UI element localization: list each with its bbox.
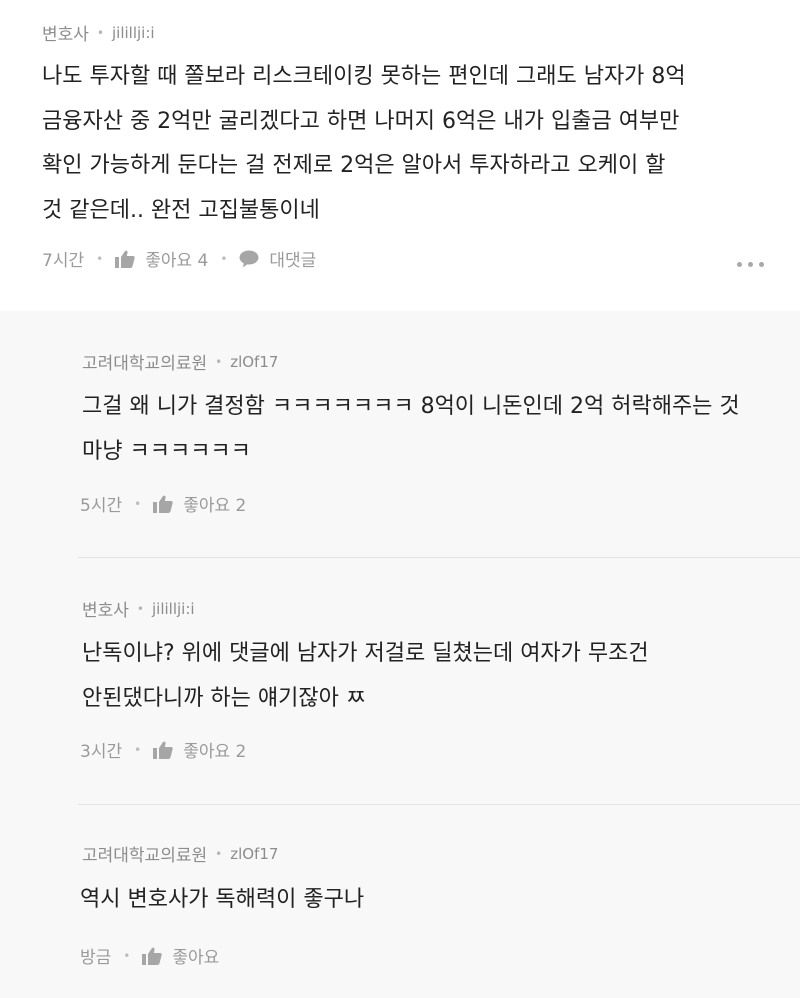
header-separator: •: [215, 354, 223, 369]
thumbs-up-icon[interactable]: [142, 947, 163, 965]
divider: [78, 557, 800, 558]
thumbs-up-icon[interactable]: [153, 741, 173, 759]
comment-time: 3시간: [80, 742, 123, 762]
like-button[interactable]: 좋아요 4: [145, 246, 208, 271]
meta-separator: •: [96, 251, 104, 266]
header-separator: •: [215, 846, 223, 861]
comment-time: 7시간: [42, 251, 85, 271]
reply-comment: 고려대학교의료원 • zlOf17 역시 변호사가 독해력이 좋구나 방금 • …: [0, 804, 800, 998]
speech-bubble-icon[interactable]: [239, 250, 259, 268]
user-id: jilillji:i: [112, 23, 155, 42]
divider: [78, 804, 800, 805]
meta-separator: •: [134, 742, 142, 757]
header-separator: •: [96, 25, 104, 40]
reply-comment: 고려대학교의료원 • zlOf17 그걸 왜 니가 결정함 ㅋㅋㅋㅋㅋㅋㅋ 8억…: [0, 311, 800, 557]
comment-meta: 3시간 • 좋아요 2: [80, 737, 246, 762]
more-dot: [759, 262, 764, 267]
comment-header: 변호사 • jilillji:i: [82, 596, 195, 622]
reply-comment: 변호사 • jilillji:i 난독이냐? 위에 댓글에 남자가 저걸로 딜쳤…: [0, 557, 800, 804]
comment-top: 변호사 • jilillji:i 나도 투자할 때 쫄보라 리스크테이킹 못하는…: [0, 0, 800, 311]
thumbs-up-icon[interactable]: [153, 495, 173, 513]
like-button[interactable]: 좋아요 2: [183, 737, 246, 762]
author-name[interactable]: 변호사: [42, 20, 89, 45]
more-dots-icon[interactable]: [737, 262, 764, 267]
reply-button[interactable]: 대댓글: [269, 246, 316, 271]
meta-separator: •: [134, 496, 142, 511]
like-button[interactable]: 좋아요 2: [183, 491, 246, 516]
comment-meta: 7시간 • 좋아요 4 • 대댓글: [42, 246, 316, 271]
comment-time: 방금: [80, 948, 112, 968]
comment-text: 역시 변호사가 독해력이 좋구나: [80, 887, 365, 912]
author-name[interactable]: 고려대학교의료원: [82, 349, 207, 374]
more-dot: [748, 262, 753, 267]
author-name[interactable]: 고려대학교의료원: [82, 841, 207, 866]
comment-text: 그걸 왜 니가 결정함 ㅋㅋㅋㅋㅋㅋㅋ 8억이 니돈인데 2억 허락해주는 것 …: [82, 394, 740, 464]
user-id: zlOf17: [230, 844, 279, 863]
meta-separator: •: [220, 251, 228, 266]
comment-meta: 방금 • 좋아요: [80, 943, 219, 968]
meta-separator: •: [123, 948, 131, 963]
thumbs-up-icon[interactable]: [115, 250, 135, 268]
comment-header: 고려대학교의료원 • zlOf17: [82, 841, 279, 867]
comment-time: 5시간: [80, 496, 123, 516]
comment-header: 고려대학교의료원 • zlOf17: [82, 349, 279, 375]
comment-text: 난독이냐? 위에 댓글에 남자가 저걸로 딜쳤는데 여자가 무조건 안된댔다니까…: [82, 641, 649, 711]
author-name[interactable]: 변호사: [82, 596, 129, 621]
comment-text: 나도 투자할 때 쫄보라 리스크테이킹 못하는 편인데 그래도 남자가 8억 금…: [42, 64, 686, 223]
comment-meta: 5시간 • 좋아요 2: [80, 491, 246, 516]
comment-header: 변호사 • jilillji:i: [42, 20, 155, 46]
like-button[interactable]: 좋아요: [172, 943, 219, 968]
user-id: zlOf17: [230, 352, 279, 371]
user-id: jilillji:i: [152, 599, 195, 618]
header-separator: •: [136, 601, 144, 616]
more-dot: [737, 262, 742, 267]
